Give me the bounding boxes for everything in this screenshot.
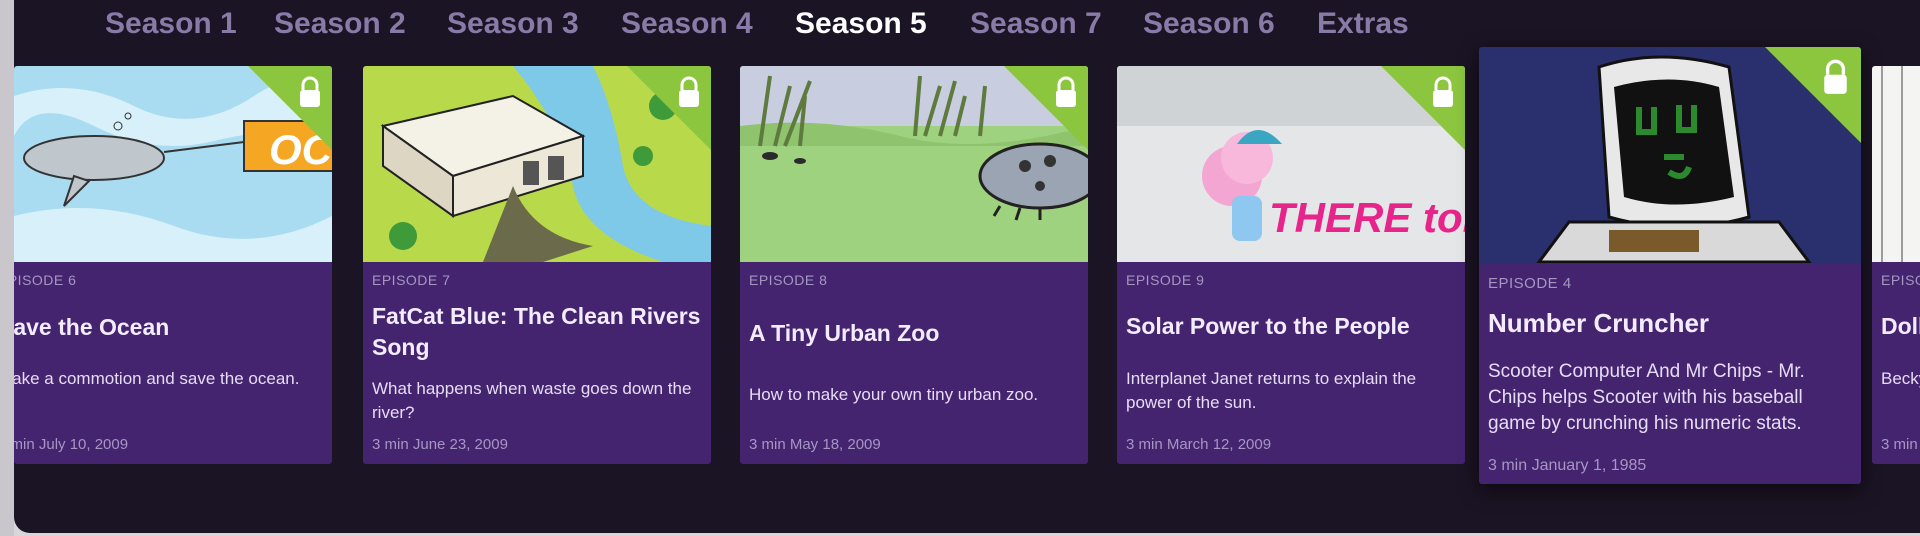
- thumbnail-sign-text: THERE toH: [1269, 194, 1465, 241]
- episode-card[interactable]: THERE toH EPISODE 9 Solar Power to the P…: [1117, 66, 1465, 464]
- tab-season-5[interactable]: Season 5: [795, 4, 927, 44]
- episode-title: Save the Ocean: [14, 314, 170, 340]
- episode-number: EPISODE 8: [749, 272, 828, 288]
- tab-season-4[interactable]: Season 4: [621, 4, 753, 44]
- episode-title: A Tiny Urban Zoo: [749, 320, 940, 346]
- tab-season-6[interactable]: Season 6: [1143, 4, 1275, 44]
- episode-number: EPISODE 9: [1126, 272, 1205, 288]
- episode-number: EPISODE 6: [14, 272, 77, 288]
- episode-title: FatCat Blue: The Clean Rivers Song: [372, 303, 701, 360]
- episode-description: Interplanet Janet returns to explain the…: [1126, 369, 1417, 412]
- lock-icon: [1431, 76, 1455, 113]
- episode-card-focused[interactable]: EPISODE 4 Number Cruncher Scooter Comput…: [1479, 47, 1861, 484]
- episode-meta: 3 min January 1, 1985: [1488, 457, 1647, 474]
- episode-title: Solar Power to the People: [1126, 313, 1410, 339]
- app-window: Season 1 Season 2 Season 3 Season 4 Seas…: [14, 0, 1920, 533]
- window-edge: [0, 0, 14, 536]
- tab-season-3[interactable]: Season 3: [447, 4, 579, 44]
- episode-card[interactable]: EPISODE 5 Dollars & Cents Becky and Scoo…: [1872, 66, 1920, 464]
- lock-icon: [298, 76, 322, 113]
- episode-description: What happens when waste goes down the ri…: [372, 379, 692, 422]
- lock-icon: [677, 76, 701, 113]
- episode-description: Make a commotion and save the ocean.: [14, 369, 300, 388]
- tab-season-1[interactable]: Season 1: [105, 4, 237, 44]
- lock-icon: [1054, 76, 1078, 113]
- episode-meta: 3 min March 12, 2009: [1126, 436, 1272, 453]
- episode-card[interactable]: EPISODE 8 A Tiny Urban Zoo How to make y…: [740, 66, 1088, 464]
- episode-description: Scooter Computer And Mr Chips - Mr. Chip…: [1488, 361, 1805, 434]
- episode-card[interactable]: OC EPISODE 6 Save the Ocean Make a commo…: [14, 66, 332, 464]
- episode-meta: 3 min 1985: [1881, 436, 1920, 453]
- episode-meta: 3 min July 10, 2009: [14, 436, 129, 453]
- episode-meta: 3 min June 23, 2009: [372, 436, 508, 453]
- episode-meta: 3 min May 18, 2009: [749, 436, 881, 453]
- episode-description: Becky and Scooter learn new skills.: [1881, 369, 1920, 388]
- season-tabs: Season 1 Season 2 Season 3 Season 4 Seas…: [14, 4, 1920, 44]
- tab-season-7[interactable]: Season 7: [970, 4, 1102, 44]
- episode-card[interactable]: EPISODE 7 FatCat Blue: The Clean Rivers …: [363, 66, 711, 464]
- lock-icon: [1822, 59, 1849, 100]
- tab-season-2[interactable]: Season 2: [274, 4, 406, 44]
- episode-thumbnail: [1872, 66, 1920, 262]
- episode-number: EPISODE 4: [1488, 275, 1572, 292]
- episode-number: EPISODE 5: [1881, 272, 1920, 288]
- episode-title: Number Cruncher: [1488, 308, 1710, 338]
- episode-number: EPISODE 7: [372, 272, 451, 288]
- tab-extras[interactable]: Extras: [1317, 4, 1409, 44]
- episode-description: How to make your own tiny urban zoo.: [749, 385, 1039, 404]
- episode-title: Dollars & Cents: [1881, 313, 1920, 339]
